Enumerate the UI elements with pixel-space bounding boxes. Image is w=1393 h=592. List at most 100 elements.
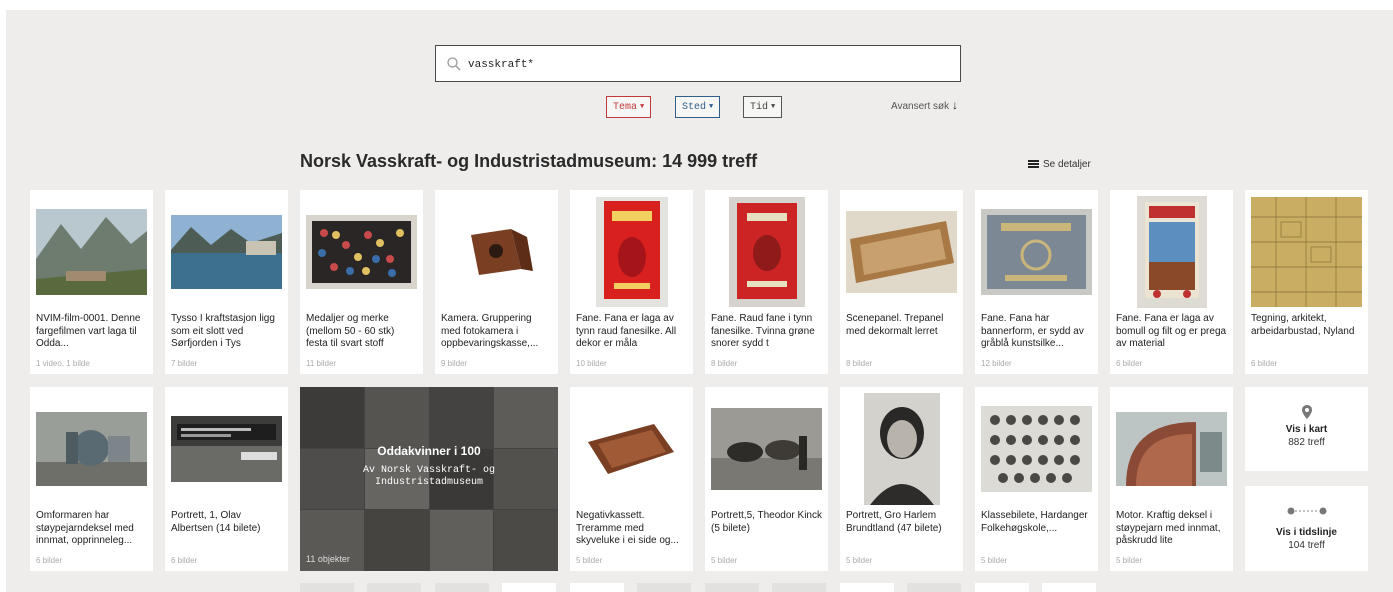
result-card[interactable]: Portrett, 1, Olav Albertsen (14 bilete) … — [165, 387, 288, 571]
result-card[interactable]: Scenepanel. Trepanel med dekormalt lerre… — [840, 190, 963, 374]
card-description: Fane. Fana er laga av tynn raud fanesilk… — [576, 313, 677, 349]
show-timeline-card[interactable]: Vis i tidslinje 104 treff — [1245, 486, 1368, 571]
featured-collection-card[interactable]: Oddakvinner i 100 Av Norsk Vasskraft- og… — [300, 387, 558, 571]
filter-sted-label: Sted — [682, 102, 707, 113]
wooden-panel-photo — [846, 196, 957, 308]
result-card[interactable]: Fane. Fana er laga av tynn raud fanesilk… — [570, 190, 693, 374]
result-card[interactable]: Fane. Raud fane i tynn fanesilke. Tvinna… — [705, 190, 828, 374]
result-card[interactable]: NVIM-film-0001. Denne fargefilmen vart l… — [30, 190, 153, 374]
timeline-count: 104 treff — [1288, 540, 1325, 551]
card-description: Medaljer og merke (mellom 50 - 60 stk) f… — [306, 313, 395, 349]
card-count: 5 bilder — [981, 556, 1008, 565]
red-banner-photo — [711, 196, 822, 308]
next-row-card — [705, 583, 759, 592]
arrow-down-icon: ↓ — [951, 98, 958, 112]
card-count: 5 bilder — [846, 556, 873, 565]
filter-tema-button[interactable]: Tema ▼ — [606, 96, 652, 118]
top-strip — [0, 0, 1393, 10]
next-row-card — [907, 583, 961, 592]
next-row-card — [435, 583, 489, 592]
caret-down-icon: ▼ — [640, 103, 645, 111]
card-count: 7 bilder — [171, 359, 198, 368]
result-card[interactable]: Portrett, Gro Harlem Brundtland (47 bile… — [840, 387, 963, 571]
details-toggle[interactable]: Se detaljer — [1028, 159, 1091, 170]
result-card[interactable]: Portrett,5, Theodor Kinck (5 bilete) 5 b… — [705, 387, 828, 571]
filter-sted-button[interactable]: Sted ▼ — [675, 96, 721, 118]
card-description: Portrett,5, Theodor Kinck (5 bilete) — [711, 510, 822, 534]
card-count: 5 bilder — [1116, 556, 1143, 565]
results-title: Norsk Vasskraft- og Industristadmuseum: … — [300, 151, 758, 171]
card-description: Klassebilete, Hardanger Folkehøgskole,..… — [981, 510, 1088, 534]
card-description: Fane. Fana er laga av bomull og filt og … — [1116, 313, 1227, 349]
card-count: 6 bilder — [1116, 359, 1143, 368]
next-row-card — [772, 583, 826, 592]
result-card[interactable]: Medaljer og merke (mellom 50 - 60 stk) f… — [300, 190, 423, 374]
filter-tema-label: Tema — [613, 102, 638, 113]
card-count: 6 bilder — [36, 556, 63, 565]
motor-photo — [1116, 393, 1227, 505]
result-card[interactable]: Motor. Kraftig deksel i støypejarn med i… — [1110, 387, 1233, 571]
left-strip — [0, 0, 6, 592]
filter-tid-label: Tid — [750, 102, 769, 113]
feature-title: Oddakvinner i 100 — [377, 444, 481, 458]
card-description: NVIM-film-0001. Denne fargefilmen vart l… — [36, 313, 141, 349]
class-photo — [981, 393, 1092, 505]
card-description: Fane. Fana har bannerform, er sydd av gr… — [981, 313, 1084, 349]
grey-banner-photo — [981, 196, 1092, 308]
machinery-photo — [36, 393, 147, 505]
result-card[interactable]: Kamera. Gruppering med fotokamera i oppb… — [435, 190, 558, 374]
result-card[interactable]: Fane. Fana er laga av bomull og filt og … — [1110, 190, 1233, 374]
advanced-search-label: Avansert søk — [891, 101, 950, 112]
card-count: 5 bilder — [711, 556, 738, 565]
card-count: 1 video, 1 bilde — [36, 359, 90, 368]
negative-cassette-photo — [576, 393, 687, 505]
painted-banner-photo — [1116, 196, 1227, 308]
feature-count: 11 objekter — [306, 554, 350, 564]
map-pin-icon — [1301, 405, 1312, 419]
card-description: Portrett, 1, Olav Albertsen (14 bilete) — [171, 510, 261, 534]
next-row-card — [300, 583, 354, 592]
next-row-card — [502, 583, 556, 592]
next-row-card — [840, 583, 894, 592]
card-count: 8 bilder — [711, 359, 738, 368]
feature-subtitle: Av Norsk Vasskraft- og Industristadmuseu… — [362, 465, 496, 488]
result-card[interactable]: Negativkassett. Treramme med skyveluke i… — [570, 387, 693, 571]
next-row-card — [367, 583, 421, 592]
card-description: Omformaren har støypejarndeksel med innm… — [36, 510, 134, 546]
portrait-sign-photo — [171, 393, 282, 505]
result-card[interactable]: Tysso I kraftstasjon ligg som eit slott … — [165, 190, 288, 374]
filter-tid-button[interactable]: Tid ▼ — [743, 96, 783, 118]
search-box[interactable] — [435, 45, 961, 82]
next-row-card — [570, 583, 624, 592]
timeline-label: Vis i tidslinje — [1276, 527, 1337, 538]
architect-drawing-photo — [1251, 196, 1362, 308]
map-label: Vis i kart — [1285, 424, 1328, 435]
search-input[interactable] — [466, 54, 950, 76]
camera-photo — [441, 196, 552, 308]
horses-photo — [711, 393, 822, 505]
card-description: Portrett, Gro Harlem Brundtland (47 bile… — [846, 510, 942, 534]
medals-photo — [306, 196, 417, 308]
result-card[interactable]: Tegning, arkitekt, arbeidarbustad, Nylan… — [1245, 190, 1368, 374]
advanced-search-link[interactable]: Avansert søk ↓ — [891, 98, 958, 112]
card-description: Negativkassett. Treramme med skyveluke i… — [576, 510, 679, 546]
card-count: 8 bilder — [846, 359, 873, 368]
card-count: 10 bilder — [576, 359, 607, 368]
details-label: Se detaljer — [1043, 159, 1091, 170]
fjord-photo — [171, 196, 282, 308]
card-count: 9 bilder — [441, 359, 468, 368]
card-description: Tysso I kraftstasjon ligg som eit slott … — [171, 313, 275, 349]
result-card[interactable]: Omformaren har støypejarndeksel med innm… — [30, 387, 153, 571]
next-row-card — [975, 583, 1029, 592]
search-icon — [447, 57, 461, 71]
result-card[interactable]: Klassebilete, Hardanger Folkehøgskole,..… — [975, 387, 1098, 571]
card-description: Kamera. Gruppering med fotokamera i oppb… — [441, 313, 539, 349]
card-description: Fane. Raud fane i tynn fanesilke. Tvinna… — [711, 313, 815, 349]
timeline-icon — [1287, 507, 1326, 515]
result-card[interactable]: Fane. Fana har bannerform, er sydd av gr… — [975, 190, 1098, 374]
hamburger-icon — [1028, 160, 1039, 168]
card-count: 6 bilder — [171, 556, 198, 565]
mountain-valley-photo — [36, 196, 147, 308]
show-on-map-card[interactable]: Vis i kart 882 treff — [1245, 387, 1368, 471]
next-row-card — [1042, 583, 1096, 592]
